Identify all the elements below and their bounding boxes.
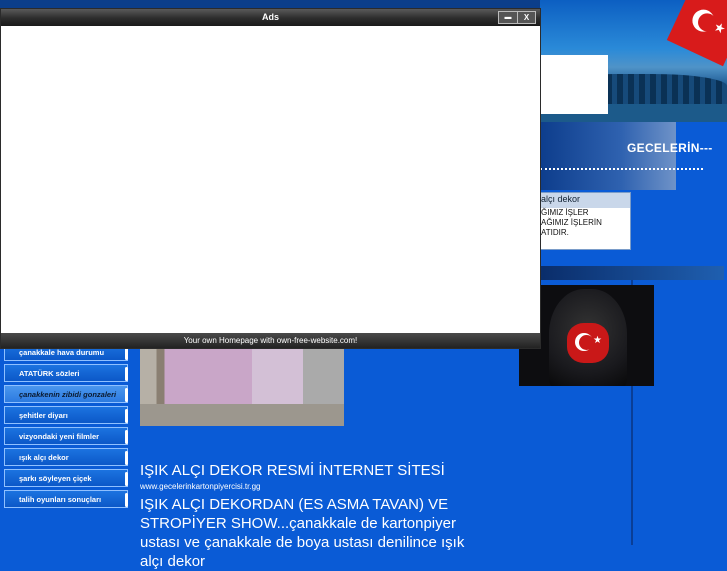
ads-window-titlebar[interactable]: Ads ▬ X <box>1 9 540 26</box>
header-bar <box>540 122 676 190</box>
side-panel: alçı dekor ĞIMIZ İŞLER AĞIMIZ İŞLERİN AT… <box>540 192 631 250</box>
section-bar <box>540 266 724 280</box>
site-title: GECELERİN--- <box>627 141 713 155</box>
nav-item-sarki-soyleyen-cicek[interactable]: şarkı söyleyen çiçek <box>4 469 128 487</box>
minimize-icon[interactable]: ▬ <box>499 12 518 23</box>
nav-item-talih-oyunlari[interactable]: talih oyunları sonuçları <box>4 490 128 508</box>
side-panel-heading: alçı dekor <box>541 193 630 208</box>
close-icon[interactable]: X <box>518 12 535 23</box>
turkish-flag-icon: ★ <box>666 0 727 67</box>
nav-item-ataturk-sozleri[interactable]: ATATÜRK sözleri <box>4 364 128 382</box>
ads-popup-window[interactable]: Ads ▬ X Your own Homepage with own-free-… <box>0 8 541 349</box>
ads-window-title: Ads <box>261 12 279 22</box>
main-title: IŞIK ALÇI DEKOR RESMİ İNTERNET SİTESİ <box>140 462 445 479</box>
nav-item-zibidi-gonzaleri[interactable]: çanakkenin zibidi gonzaleri <box>4 385 128 403</box>
dotted-divider <box>540 168 703 170</box>
window-controls: ▬ X <box>498 11 536 24</box>
side-panel-line: ĞIMIZ İŞLER <box>541 208 589 217</box>
side-panel-line: AĞIMIZ İŞLERİN <box>541 218 602 227</box>
main-body-text: IŞIK ALÇI DEKORDAN (ES ASMA TAVAN) VE ST… <box>140 496 465 570</box>
nav-item-sehitler-diyari[interactable]: şehitler diyarı <box>4 406 128 424</box>
main-content: IŞIK ALÇI DEKOR RESMİ İNTERNET SİTESİ ww… <box>140 462 490 571</box>
nav-item-isik-alci-dekor[interactable]: ışık alçı dekor <box>4 448 128 466</box>
ads-window-footer-link[interactable]: Your own Homepage with own-free-website.… <box>1 333 540 348</box>
sidebar-nav: çanakkale hava durumu ATATÜRK sözleri ça… <box>4 343 128 511</box>
banner-white-box <box>540 55 608 114</box>
workshop-photo <box>140 340 344 426</box>
site-url-link[interactable]: www.gecelerinkartonpiyercisi.tr.gg <box>140 482 490 491</box>
side-panel-line: ATIDIR. <box>541 228 569 237</box>
nav-item-vizyondaki-filmler[interactable]: vizyondaki yeni filmler <box>4 427 128 445</box>
